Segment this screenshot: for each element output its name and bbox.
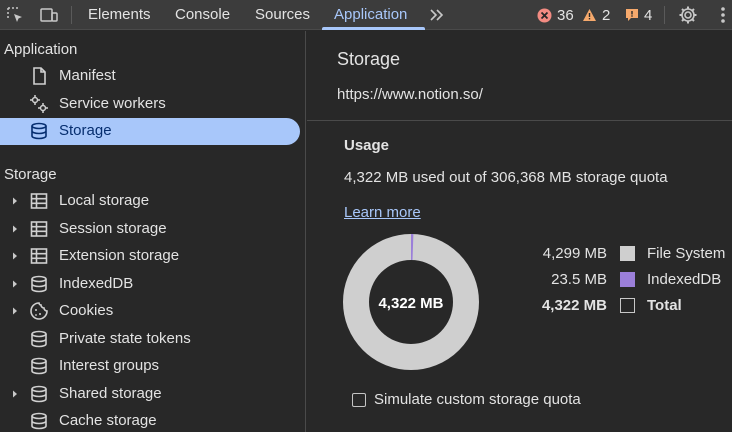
warning-icon: [583, 9, 596, 21]
legend-name: File System: [647, 245, 726, 262]
sidebar-section-application: Application: [4, 41, 78, 58]
sidebar-item-shared-storage[interactable]: Shared storage: [0, 381, 300, 408]
error-count-badge[interactable]: 36: [537, 5, 574, 25]
document-icon: [33, 67, 46, 85]
origin-url: https://www.notion.so/: [337, 86, 483, 103]
legend-swatch: [620, 298, 635, 313]
inspect-element-icon[interactable]: [4, 4, 26, 26]
sidebar-item-extension-storage[interactable]: Extension storage: [0, 243, 300, 270]
more-tabs-chevron-icon[interactable]: [426, 4, 448, 26]
legend-name: Total: [647, 297, 682, 314]
table-icon: [30, 193, 48, 209]
device-toolbar-icon[interactable]: [38, 4, 60, 26]
legend-file-system: 4,299 MB File System: [517, 243, 732, 265]
database-icon: [31, 275, 47, 293]
sidebar-item-service-workers[interactable]: Service workers: [0, 91, 300, 118]
table-icon: [30, 221, 48, 237]
error-icon: [537, 8, 552, 22]
database-icon: [31, 385, 47, 403]
legend-total: 4,322 MB Total: [517, 295, 732, 317]
active-tab-indicator: [322, 27, 425, 30]
legend-name: IndexedDB: [647, 271, 722, 288]
warning-count-badge[interactable]: 2: [582, 5, 610, 25]
devtools-toolbar: Elements Console Sources Application 36 …: [0, 0, 732, 30]
issues-count-badge[interactable]: 4: [625, 5, 652, 25]
page-title: Storage: [337, 49, 401, 69]
legend-value: 23.5 MB: [551, 271, 607, 288]
tab-console[interactable]: Console: [175, 0, 230, 30]
toolbar-separator: [71, 6, 72, 24]
donut-center-label: 4,322 MB: [378, 295, 443, 312]
expand-arrow-icon: [13, 252, 17, 260]
usage-summary: 4,322 MB used out of 306,368 MB storage …: [344, 169, 668, 186]
tab-sources[interactable]: Sources: [255, 0, 310, 30]
settings-gear-icon[interactable]: [677, 4, 699, 26]
expand-arrow-icon: [13, 390, 17, 398]
issue-icon: [626, 9, 638, 21]
usage-heading: Usage: [344, 137, 390, 154]
database-icon: [31, 122, 47, 140]
expand-arrow-icon: [13, 280, 17, 288]
sidebar-item-session-storage[interactable]: Session storage: [0, 216, 300, 243]
sidebar-item-cookies[interactable]: Cookies: [0, 298, 300, 325]
legend-value: 4,322 MB: [541, 297, 607, 314]
legend-swatch: [620, 272, 635, 287]
toolbar-separator: [664, 6, 665, 24]
usage-donut-chart: 4,322 MB: [343, 234, 479, 370]
legend-indexeddb: 23.5 MB IndexedDB: [517, 269, 732, 291]
tab-elements[interactable]: Elements: [88, 0, 151, 30]
simulate-quota-option[interactable]: Simulate custom storage quota: [352, 391, 581, 408]
expand-arrow-icon: [13, 197, 17, 205]
database-icon: [31, 412, 47, 430]
sidebar-item-cache-storage[interactable]: Cache storage: [0, 408, 300, 432]
sidebar-section-storage: Storage: [4, 166, 57, 183]
database-icon: [31, 357, 47, 375]
gears-icon: [30, 95, 48, 113]
sidebar-item-storage[interactable]: Storage: [0, 118, 300, 145]
database-icon: [31, 330, 47, 348]
simulate-quota-label: Simulate custom storage quota: [374, 391, 581, 408]
sidebar-item-private-state-tokens[interactable]: Private state tokens: [0, 326, 300, 353]
sidebar-item-interest-groups[interactable]: Interest groups: [0, 353, 300, 380]
storage-panel: Storage https://www.notion.so/ Usage 4,3…: [307, 31, 732, 432]
expand-arrow-icon: [13, 225, 17, 233]
sidebar-item-manifest[interactable]: Manifest: [0, 63, 300, 90]
expand-arrow-icon: [13, 307, 17, 315]
sidebar-item-indexeddb[interactable]: IndexedDB: [0, 271, 300, 298]
sidebar-item-local-storage[interactable]: Local storage: [0, 188, 300, 215]
table-icon: [30, 248, 48, 264]
section-divider: [307, 120, 732, 121]
learn-more-link[interactable]: Learn more: [344, 204, 421, 221]
application-sidebar: Application Manifest Service workers Sto…: [0, 31, 306, 432]
simulate-quota-checkbox[interactable]: [352, 392, 366, 407]
legend-swatch: [620, 246, 635, 261]
more-options-icon[interactable]: [712, 4, 732, 26]
cookie-icon: [30, 302, 48, 320]
tab-application[interactable]: Application: [334, 0, 407, 30]
legend-value: 4,299 MB: [542, 245, 607, 262]
